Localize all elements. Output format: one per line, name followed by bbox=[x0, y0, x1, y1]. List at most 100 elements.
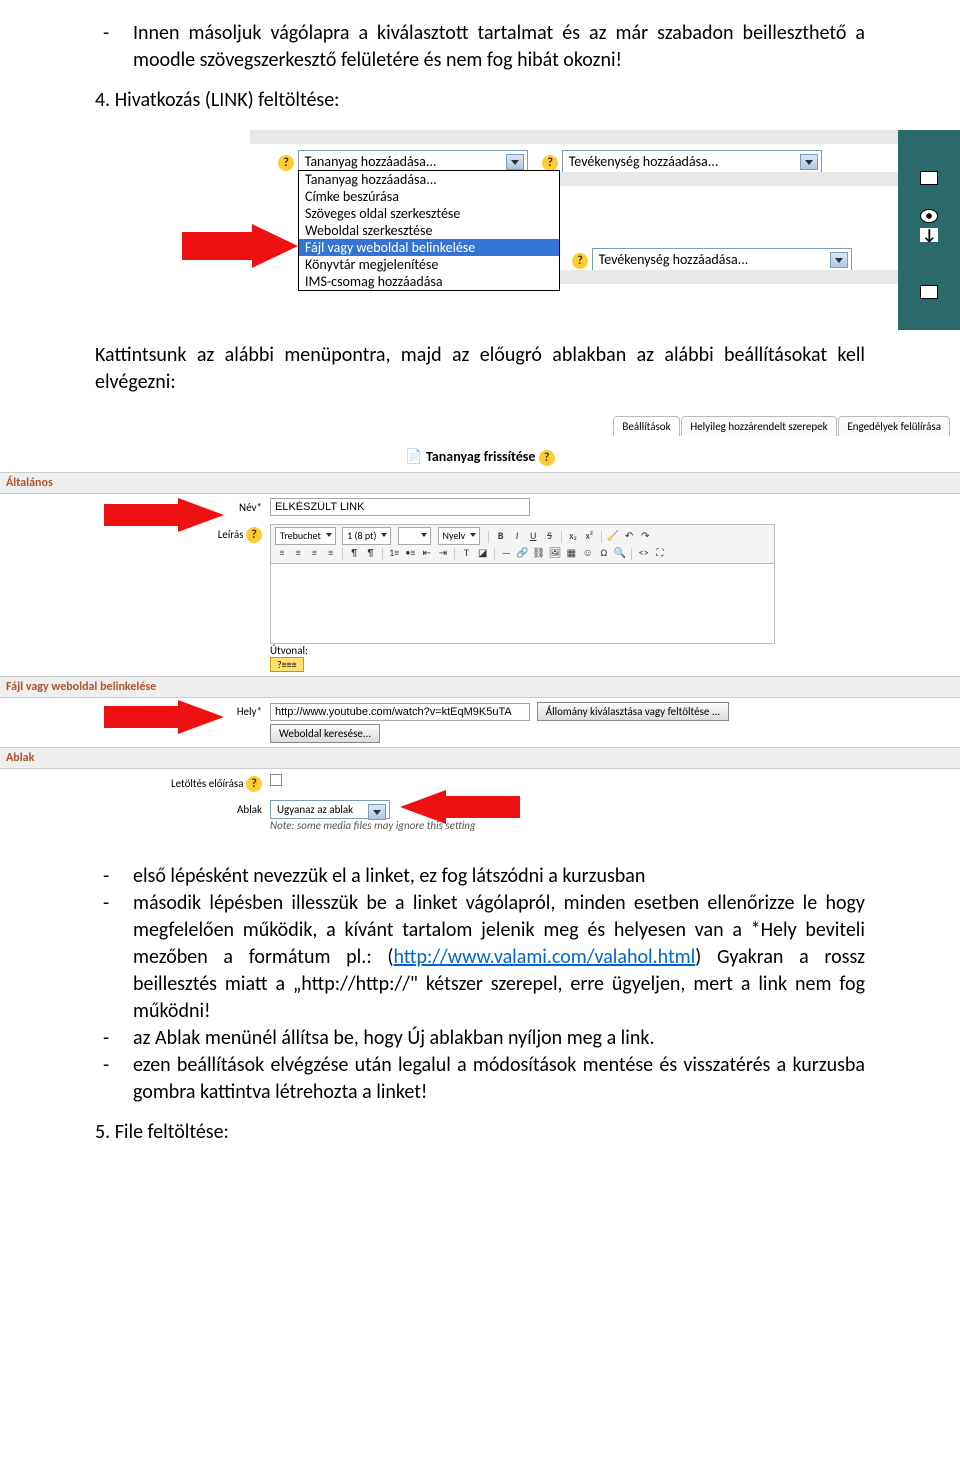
editor-toolbar[interactable]: Trebuchet 1 (8 pt) Nyelv B I U S x₂ x² bbox=[270, 524, 775, 564]
bullet-2: második lépésben illesszük be a linket v… bbox=[133, 890, 865, 1025]
nev-input[interactable] bbox=[270, 498, 530, 516]
screenshot-dropdown: ? Tananyag hozzáadása... ? Tevékenység h… bbox=[0, 130, 960, 330]
bullet-1: első lépésként nevezzük el a linket, ez … bbox=[133, 863, 865, 890]
help-icon[interactable]: ? bbox=[539, 450, 555, 466]
letoltes-checkbox[interactable] bbox=[270, 774, 282, 786]
html-icon[interactable]: <> bbox=[637, 545, 651, 561]
section-general: Általános bbox=[0, 472, 960, 494]
example-link[interactable]: http://www.valami.com/valahol.html bbox=[393, 945, 695, 969]
dropdown-option[interactable]: Szöveges oldal szerkesztése bbox=[299, 205, 559, 222]
grey-bar bbox=[250, 130, 898, 144]
help-icon[interactable]: ? bbox=[542, 155, 558, 171]
outdent-icon[interactable]: ⇤ bbox=[420, 545, 434, 561]
bullet-4: ezen beállítások elvégzése után legalul … bbox=[133, 1052, 865, 1106]
clean-icon[interactable]: 🧹 bbox=[606, 528, 620, 544]
redo-icon[interactable]: ↷ bbox=[638, 528, 652, 544]
heading-select[interactable] bbox=[398, 527, 432, 545]
path-label: Útvonal: bbox=[270, 644, 960, 657]
help-icon[interactable]: ? bbox=[572, 253, 588, 269]
label-ablak: Ablak bbox=[0, 800, 270, 833]
tevekenyseg-select[interactable]: Tevékenység hozzáadása... bbox=[562, 150, 822, 173]
eye-icon[interactable] bbox=[920, 209, 938, 223]
indent-icon[interactable]: ⇥ bbox=[436, 545, 450, 561]
box-icon bbox=[920, 285, 938, 299]
table-icon[interactable]: ▦ bbox=[564, 545, 578, 561]
editor-status-icon: ?≡≡≡ bbox=[270, 657, 304, 672]
weboldal-button[interactable]: Weboldal keresése... bbox=[270, 724, 380, 743]
section-5-heading: 5. File feltöltése: bbox=[95, 1120, 865, 1144]
textcolor-icon[interactable]: T bbox=[459, 545, 473, 561]
ltr-icon[interactable]: ¶ bbox=[347, 545, 361, 561]
rtl-icon[interactable]: ¶ bbox=[364, 545, 378, 561]
grey-bar bbox=[560, 270, 898, 284]
row-2: ? Tevékenység hozzáadása... bbox=[572, 248, 852, 271]
bullet-dash: - bbox=[95, 863, 133, 890]
align-left-icon[interactable]: ≡ bbox=[275, 545, 289, 561]
dropdown-option[interactable]: Tananyag hozzáadása... bbox=[299, 171, 559, 188]
red-arrow-indicator bbox=[104, 700, 224, 734]
arrow-down-icon[interactable] bbox=[920, 228, 938, 242]
font-family-select[interactable]: Trebuchet bbox=[275, 527, 336, 545]
lang-select[interactable]: Nyelv bbox=[438, 527, 481, 545]
help-icon[interactable]: ? bbox=[246, 527, 262, 543]
hely-input[interactable] bbox=[270, 703, 530, 721]
allomany-button[interactable]: Állomány kiválasztása vagy feltöltése ..… bbox=[537, 702, 729, 721]
tab-beallitasok[interactable]: Beállítások bbox=[613, 416, 679, 436]
image-icon[interactable]: 🖼 bbox=[548, 545, 562, 561]
bold-icon[interactable]: B bbox=[494, 528, 508, 544]
align-right-icon[interactable]: ≡ bbox=[308, 545, 322, 561]
char-icon[interactable]: Ω bbox=[597, 545, 611, 561]
box-icon bbox=[920, 171, 938, 185]
hr-icon[interactable]: — bbox=[499, 545, 513, 561]
help-icon[interactable]: ? bbox=[278, 155, 294, 171]
section-ablak: Ablak bbox=[0, 747, 960, 769]
sup-icon[interactable]: x² bbox=[582, 528, 596, 544]
italic-icon[interactable]: I bbox=[510, 528, 524, 544]
label-letoltes: Letöltés előírása ? bbox=[0, 773, 270, 792]
red-arrow-indicator bbox=[182, 224, 298, 268]
section-link: Fájl vagy weboldal belinkelése bbox=[0, 676, 960, 698]
align-center-icon[interactable]: ≡ bbox=[291, 545, 305, 561]
undo-icon[interactable]: ↶ bbox=[622, 528, 636, 544]
bullet-dash: - bbox=[95, 890, 133, 1025]
fullscreen-icon[interactable]: ⛶ bbox=[653, 545, 667, 561]
intro-bullet-text: Innen másoljuk vágólapra a kiválasztott … bbox=[133, 20, 865, 74]
grey-bar bbox=[560, 172, 898, 186]
underline-icon[interactable]: U bbox=[526, 528, 540, 544]
font-size-select[interactable]: 1 (8 pt) bbox=[342, 527, 391, 545]
sub-icon[interactable]: x₂ bbox=[566, 528, 580, 544]
bullet-3: az Ablak menünél állítsa be, hogy Új abl… bbox=[133, 1025, 865, 1052]
link-icon[interactable]: 🔗 bbox=[516, 545, 530, 561]
unlink-icon[interactable]: ⛓ bbox=[532, 545, 546, 561]
bgcolor-icon[interactable]: ◪ bbox=[476, 545, 490, 561]
editor-body[interactable] bbox=[270, 564, 775, 644]
ablak-select[interactable]: Ugyanaz az ablak bbox=[270, 800, 390, 819]
search-icon[interactable]: 🔍 bbox=[613, 545, 627, 561]
label-leiras: Leírás ? bbox=[0, 524, 270, 672]
dropdown-option[interactable]: Címke beszúrása bbox=[299, 188, 559, 205]
tab-bar: Beállítások Helyileg hozzárendelt szerep… bbox=[0, 410, 960, 436]
align-justify-icon[interactable]: ≡ bbox=[324, 545, 338, 561]
red-arrow-indicator bbox=[400, 790, 520, 824]
ul-icon[interactable]: •≡ bbox=[403, 545, 417, 561]
dropdown-option[interactable]: Weboldal szerkesztése bbox=[299, 222, 559, 239]
bullet-dash: - bbox=[95, 1025, 133, 1052]
instruction-paragraph: Kattintsunk az alábbi menüpontra, majd a… bbox=[95, 342, 865, 396]
ol-icon[interactable]: 1≡ bbox=[387, 545, 401, 561]
help-icon[interactable]: ? bbox=[246, 776, 262, 792]
bullet-dash: - bbox=[95, 20, 133, 74]
tab-szerepek[interactable]: Helyileg hozzárendelt szerepek bbox=[681, 416, 836, 436]
tevekenyseg-select[interactable]: Tevékenység hozzáadása... bbox=[592, 248, 852, 271]
tananyag-options-list[interactable]: Tananyag hozzáadása... Címke beszúrása S… bbox=[298, 170, 560, 291]
bullet-dash: - bbox=[95, 1052, 133, 1106]
side-panel bbox=[898, 130, 960, 330]
section-4-heading: 4. Hivatkozás (LINK) feltöltése: bbox=[95, 88, 865, 112]
form-title: 📄 Tananyag frissítése ? bbox=[0, 436, 960, 472]
dropdown-option[interactable]: Könyvtár megjelenítése bbox=[299, 256, 559, 273]
strike-icon[interactable]: S bbox=[543, 528, 557, 544]
dropdown-option[interactable]: IMS-csomag hozzáadása bbox=[299, 273, 559, 290]
red-arrow-indicator bbox=[104, 498, 224, 532]
smiley-icon[interactable]: ☺ bbox=[581, 545, 595, 561]
dropdown-option-selected[interactable]: Fájl vagy weboldal belinkelése bbox=[299, 239, 559, 256]
tab-engedelyek[interactable]: Engedélyek felülírása bbox=[838, 416, 950, 436]
